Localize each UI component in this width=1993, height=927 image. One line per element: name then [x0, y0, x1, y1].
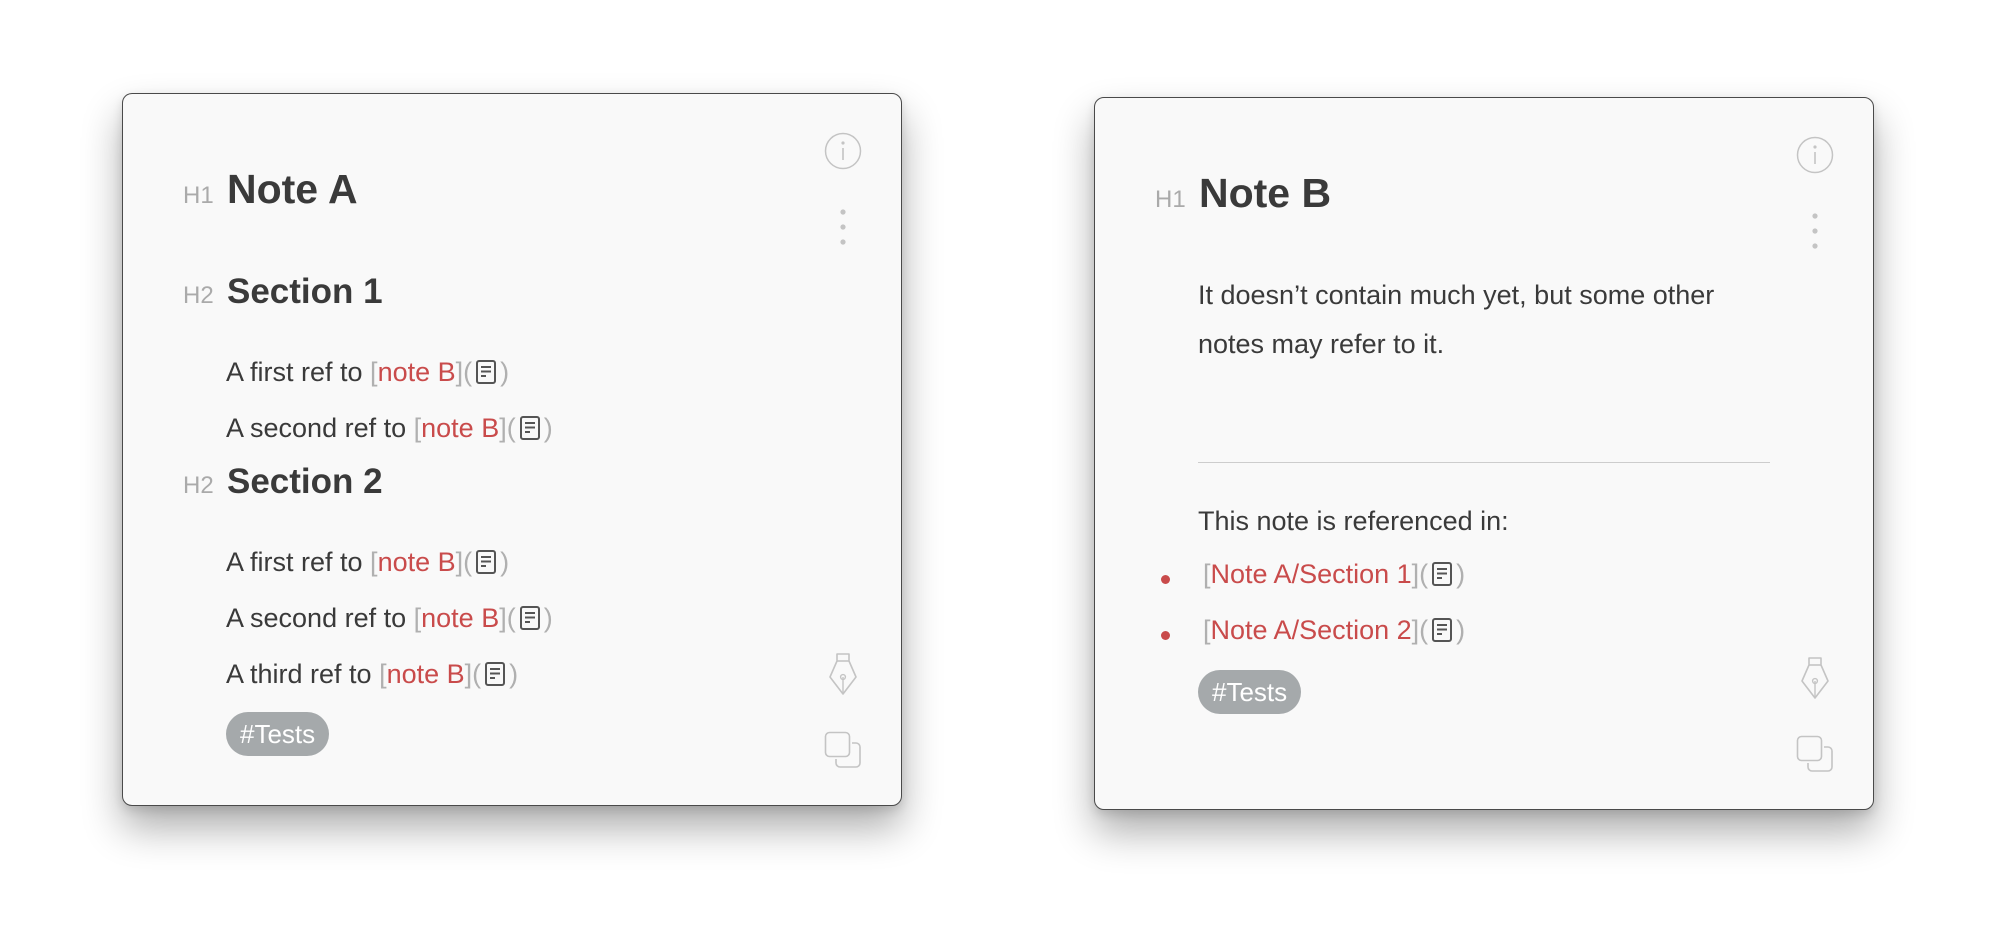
note-body: It doesn’t contain much yet, but some ot… [1198, 280, 1715, 359]
note-a-title: Note A [227, 166, 358, 212]
backlink[interactable]: Note A/Section 1 [1211, 559, 1412, 589]
section-2-title: Section 2 [227, 462, 383, 501]
h1-marker: H1 [183, 182, 214, 209]
pen-icon[interactable] [825, 651, 861, 697]
ref-prefix: A first ref to [226, 547, 371, 577]
ref-prefix: A first ref to [226, 357, 371, 387]
document-icon[interactable] [475, 549, 497, 575]
document-icon[interactable] [519, 415, 541, 441]
ref-prefix: A second ref to [226, 603, 414, 633]
backlink-item: [Note A/Section 2]() [1203, 615, 1466, 645]
document-icon[interactable] [1431, 617, 1453, 643]
h2-marker: H2 [183, 472, 214, 499]
ref-line: A first ref to [note B]() [226, 547, 510, 577]
copy-icon[interactable] [1796, 735, 1834, 773]
h1-marker: H1 [1155, 186, 1186, 213]
pen-icon[interactable] [1797, 655, 1833, 701]
h2-marker: H2 [183, 282, 214, 309]
note-link[interactable]: note B [387, 659, 465, 689]
note-a-card[interactable]: H1 Note A H2 Section 1 A first ref to [n… [122, 93, 902, 806]
backlink[interactable]: Note A/Section 2 [1211, 615, 1412, 645]
ref-line: A first ref to [note B]() [226, 357, 510, 387]
ref-line: A third ref to [note B]() [226, 659, 519, 689]
document-icon[interactable] [519, 605, 541, 631]
note-b-card[interactable]: H1 Note B It doesn’t contain much yet, b… [1094, 97, 1874, 810]
section-1-title: Section 1 [227, 272, 383, 311]
ref-line: A second ref to [note B]() [226, 413, 553, 443]
note-title: H1 Note B [1155, 170, 1331, 217]
ref-line: A second ref to [note B]() [226, 603, 553, 633]
document-icon[interactable] [475, 359, 497, 385]
tag-pill[interactable]: #Tests [226, 712, 330, 756]
note-link[interactable]: note B [378, 547, 456, 577]
ref-prefix: A second ref to [226, 413, 414, 443]
section-heading: H2 Section 1 [183, 272, 383, 312]
document-icon[interactable] [1431, 561, 1453, 587]
document-icon[interactable] [484, 661, 506, 687]
ref-prefix: A third ref to [226, 659, 380, 689]
bullet-dot [1161, 575, 1170, 584]
info-icon[interactable] [824, 132, 862, 170]
divider [1198, 462, 1770, 463]
copy-icon[interactable] [824, 731, 862, 769]
tag-pill[interactable]: #Tests [1198, 670, 1302, 714]
note-b-title: Note B [1199, 170, 1332, 216]
note-link[interactable]: note B [421, 603, 499, 633]
note-link[interactable]: note B [421, 413, 499, 443]
section-heading: H2 Section 2 [183, 462, 383, 502]
backlink-item: [Note A/Section 1]() [1203, 559, 1466, 589]
referenced-in-label: This note is referenced in: [1198, 506, 1509, 536]
note-title: H1 Note A [183, 166, 358, 213]
bullet-dot [1161, 631, 1170, 640]
more-icon[interactable] [838, 207, 848, 247]
note-link[interactable]: note B [378, 357, 456, 387]
info-icon[interactable] [1796, 136, 1834, 174]
more-icon[interactable] [1810, 211, 1820, 251]
